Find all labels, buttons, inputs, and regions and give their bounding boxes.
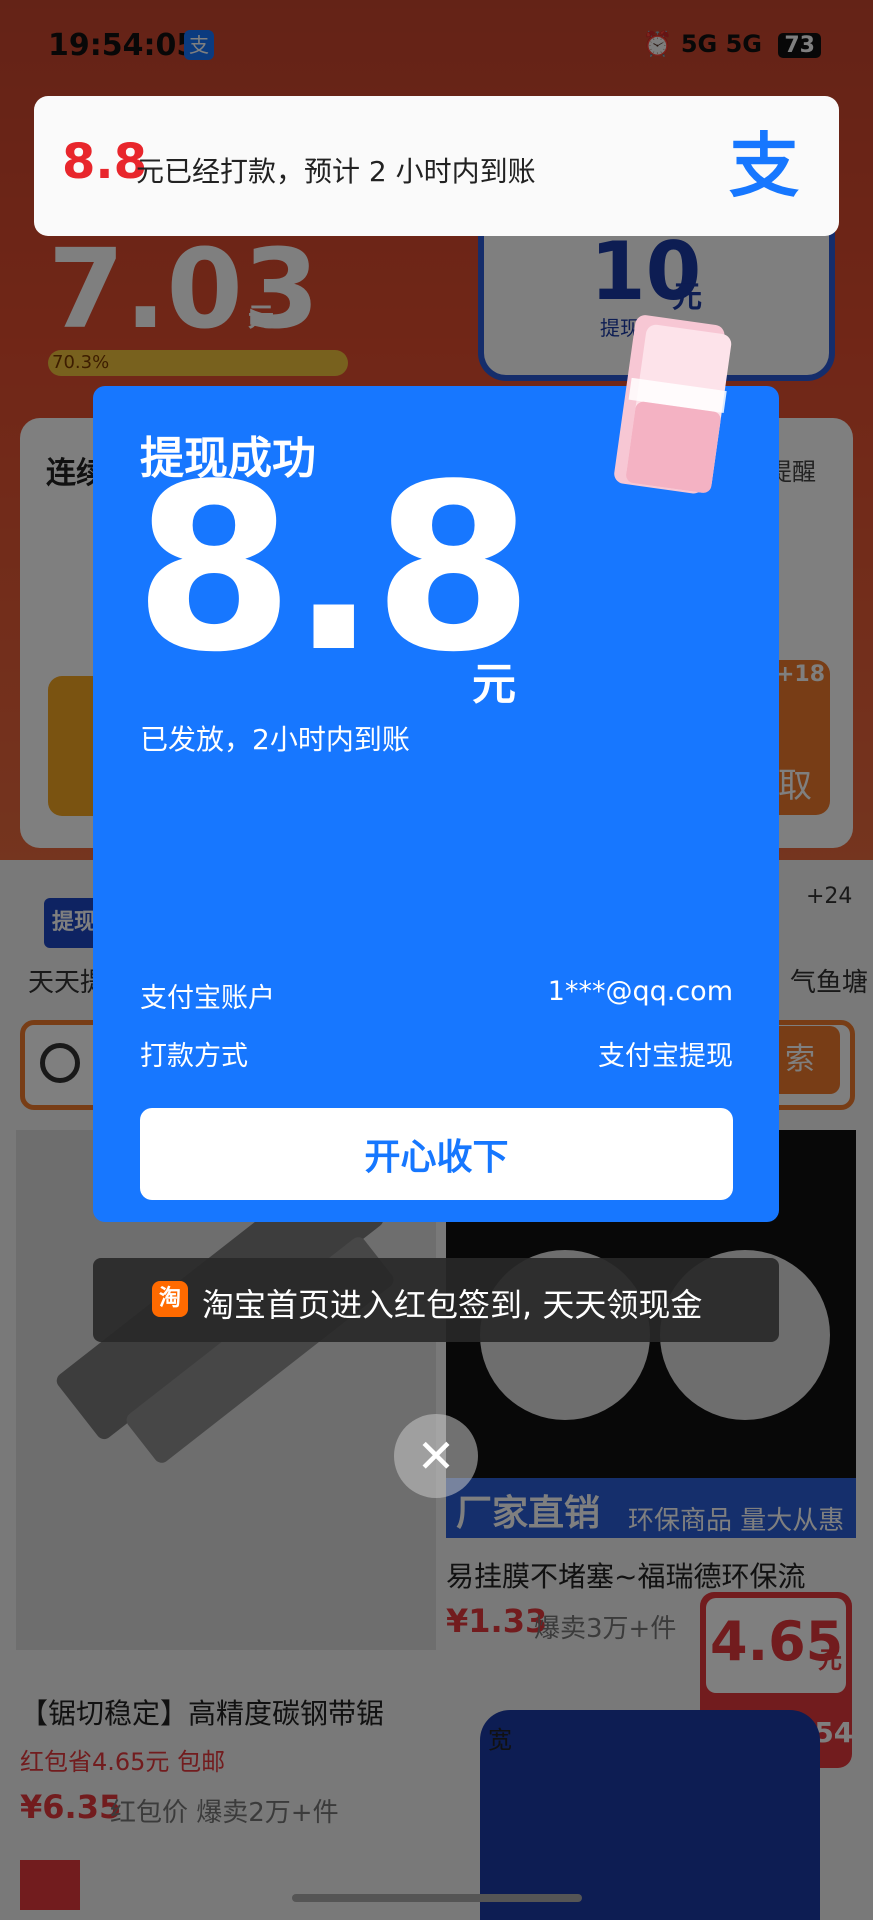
alipay-logo-icon: 支: [729, 125, 799, 207]
notification-text: 元已经打款，预计 2 小时内到账: [136, 155, 536, 188]
account-value: 1***@qq.com: [547, 976, 733, 1007]
dialog-amount: 8.8: [134, 436, 533, 703]
accept-button[interactable]: 开心收下: [140, 1108, 733, 1200]
method-label: 打款方式: [140, 1041, 248, 1072]
taobao-icon: 淘: [152, 1281, 188, 1317]
close-icon[interactable]: ✕: [394, 1414, 478, 1498]
account-label: 支付宝账户: [140, 983, 275, 1014]
promo-text: 淘宝首页进入红包签到, 天天领现金: [202, 1286, 703, 1324]
home-indicator[interactable]: [292, 1894, 582, 1902]
dialog-amount-unit: 元: [472, 659, 516, 710]
method-value: 支付宝提现: [598, 1041, 733, 1072]
svg-text:支: 支: [729, 125, 799, 207]
dialog-subtitle: 已发放，2小时内到账: [140, 723, 410, 756]
notification-amount: 8.8: [62, 134, 148, 190]
